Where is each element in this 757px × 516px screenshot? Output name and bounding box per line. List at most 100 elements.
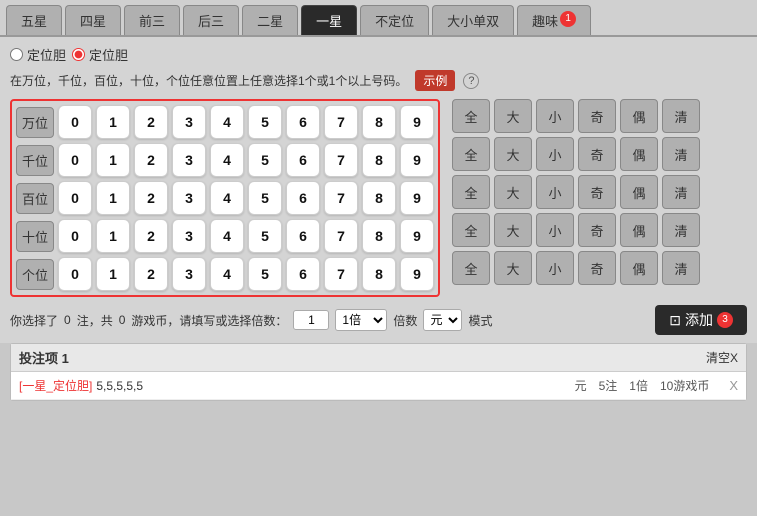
num-btn-2-4[interactable]: 4 [210, 181, 244, 215]
num-btn-3-1[interactable]: 1 [96, 219, 130, 253]
num-btn-0-4[interactable]: 4 [210, 105, 244, 139]
num-btn-4-4[interactable]: 4 [210, 257, 244, 291]
attr-btn-3-0[interactable]: 全 [452, 213, 490, 247]
num-btn-1-5[interactable]: 5 [248, 143, 282, 177]
tab-5star[interactable]: 五星 [6, 5, 62, 35]
attr-btn-4-1[interactable]: 大 [494, 251, 532, 285]
num-btn-3-5[interactable]: 5 [248, 219, 282, 253]
num-btn-1-8[interactable]: 8 [362, 143, 396, 177]
example-button[interactable]: 示例 [415, 70, 455, 91]
num-btn-0-1[interactable]: 1 [96, 105, 130, 139]
attr-btn-3-2[interactable]: 小 [536, 213, 574, 247]
num-btn-4-9[interactable]: 9 [400, 257, 434, 291]
num-btn-1-2[interactable]: 2 [134, 143, 168, 177]
num-btn-4-8[interactable]: 8 [362, 257, 396, 291]
position-label-1[interactable]: 千位 [16, 145, 54, 176]
attr-btn-4-0[interactable]: 全 [452, 251, 490, 285]
num-btn-0-0[interactable]: 0 [58, 105, 92, 139]
num-btn-4-5[interactable]: 5 [248, 257, 282, 291]
attr-btn-1-3[interactable]: 奇 [578, 137, 616, 171]
num-btn-2-8[interactable]: 8 [362, 181, 396, 215]
num-btn-3-0[interactable]: 0 [58, 219, 92, 253]
attr-btn-1-5[interactable]: 清 [662, 137, 700, 171]
attr-btn-2-5[interactable]: 清 [662, 175, 700, 209]
num-btn-2-6[interactable]: 6 [286, 181, 320, 215]
num-btn-3-3[interactable]: 3 [172, 219, 206, 253]
num-btn-4-1[interactable]: 1 [96, 257, 130, 291]
num-btn-0-2[interactable]: 2 [134, 105, 168, 139]
num-btn-2-3[interactable]: 3 [172, 181, 206, 215]
num-btn-0-7[interactable]: 7 [324, 105, 358, 139]
attr-btn-4-4[interactable]: 偶 [620, 251, 658, 285]
tab-bigsmall[interactable]: 大小单双 [432, 5, 514, 35]
attr-btn-0-0[interactable]: 全 [452, 99, 490, 133]
num-btn-1-6[interactable]: 6 [286, 143, 320, 177]
attr-btn-3-3[interactable]: 奇 [578, 213, 616, 247]
attr-btn-2-2[interactable]: 小 [536, 175, 574, 209]
attr-btn-2-4[interactable]: 偶 [620, 175, 658, 209]
attr-btn-3-5[interactable]: 清 [662, 213, 700, 247]
attr-btn-0-5[interactable]: 清 [662, 99, 700, 133]
attr-btn-2-1[interactable]: 大 [494, 175, 532, 209]
num-btn-3-6[interactable]: 6 [286, 219, 320, 253]
num-btn-3-7[interactable]: 7 [324, 219, 358, 253]
num-btn-4-7[interactable]: 7 [324, 257, 358, 291]
tab-front3[interactable]: 前三 [124, 5, 180, 35]
radio-option-1[interactable]: 定位胆 [10, 45, 66, 64]
num-btn-1-3[interactable]: 3 [172, 143, 206, 177]
radio-input-1[interactable] [10, 48, 23, 61]
attr-btn-3-4[interactable]: 偶 [620, 213, 658, 247]
attr-btn-1-1[interactable]: 大 [494, 137, 532, 171]
position-label-0[interactable]: 万位 [16, 107, 54, 138]
num-btn-3-8[interactable]: 8 [362, 219, 396, 253]
attr-btn-0-1[interactable]: 大 [494, 99, 532, 133]
num-btn-4-2[interactable]: 2 [134, 257, 168, 291]
attr-btn-1-0[interactable]: 全 [452, 137, 490, 171]
num-btn-3-4[interactable]: 4 [210, 219, 244, 253]
attr-btn-0-3[interactable]: 奇 [578, 99, 616, 133]
num-btn-0-8[interactable]: 8 [362, 105, 396, 139]
attr-btn-3-1[interactable]: 大 [494, 213, 532, 247]
tab-1star[interactable]: 一星 [301, 5, 357, 35]
tab-back3[interactable]: 后三 [183, 5, 239, 35]
num-btn-2-7[interactable]: 7 [324, 181, 358, 215]
radio-input-2[interactable] [72, 48, 85, 61]
num-btn-0-6[interactable]: 6 [286, 105, 320, 139]
attr-btn-2-0[interactable]: 全 [452, 175, 490, 209]
times-select[interactable]: 1倍 2倍 5倍 10倍 [335, 309, 387, 331]
num-btn-3-2[interactable]: 2 [134, 219, 168, 253]
num-btn-2-0[interactable]: 0 [58, 181, 92, 215]
position-label-4[interactable]: 个位 [16, 259, 54, 290]
num-btn-1-4[interactable]: 4 [210, 143, 244, 177]
attr-btn-4-2[interactable]: 小 [536, 251, 574, 285]
attr-btn-1-2[interactable]: 小 [536, 137, 574, 171]
radio-option-2[interactable]: 定位胆 [72, 45, 128, 64]
unit-select[interactable]: 元 角 分 [423, 309, 462, 331]
num-btn-0-3[interactable]: 3 [172, 105, 206, 139]
help-icon[interactable]: ? [463, 73, 479, 89]
tab-2star[interactable]: 二星 [242, 5, 298, 35]
attr-btn-1-4[interactable]: 偶 [620, 137, 658, 171]
num-btn-4-0[interactable]: 0 [58, 257, 92, 291]
num-btn-4-3[interactable]: 3 [172, 257, 206, 291]
tab-any[interactable]: 不定位 [360, 5, 429, 35]
num-btn-1-1[interactable]: 1 [96, 143, 130, 177]
add-button[interactable]: ⊡ 添加 3 [655, 305, 747, 335]
num-btn-1-0[interactable]: 0 [58, 143, 92, 177]
attr-btn-4-3[interactable]: 奇 [578, 251, 616, 285]
num-btn-2-2[interactable]: 2 [134, 181, 168, 215]
position-label-2[interactable]: 百位 [16, 183, 54, 214]
num-btn-2-1[interactable]: 1 [96, 181, 130, 215]
tab-4star[interactable]: 四星 [65, 5, 121, 35]
num-btn-4-6[interactable]: 6 [286, 257, 320, 291]
clear-button[interactable]: 清空X [706, 349, 738, 366]
bet-x-button[interactable]: X [729, 378, 738, 393]
num-btn-2-9[interactable]: 9 [400, 181, 434, 215]
attr-btn-0-2[interactable]: 小 [536, 99, 574, 133]
attr-btn-4-5[interactable]: 清 [662, 251, 700, 285]
num-btn-0-9[interactable]: 9 [400, 105, 434, 139]
multiplier-input[interactable]: 1 [293, 310, 329, 330]
position-label-3[interactable]: 十位 [16, 221, 54, 252]
tab-fun[interactable]: 趣味1 [517, 5, 591, 35]
num-btn-3-9[interactable]: 9 [400, 219, 434, 253]
